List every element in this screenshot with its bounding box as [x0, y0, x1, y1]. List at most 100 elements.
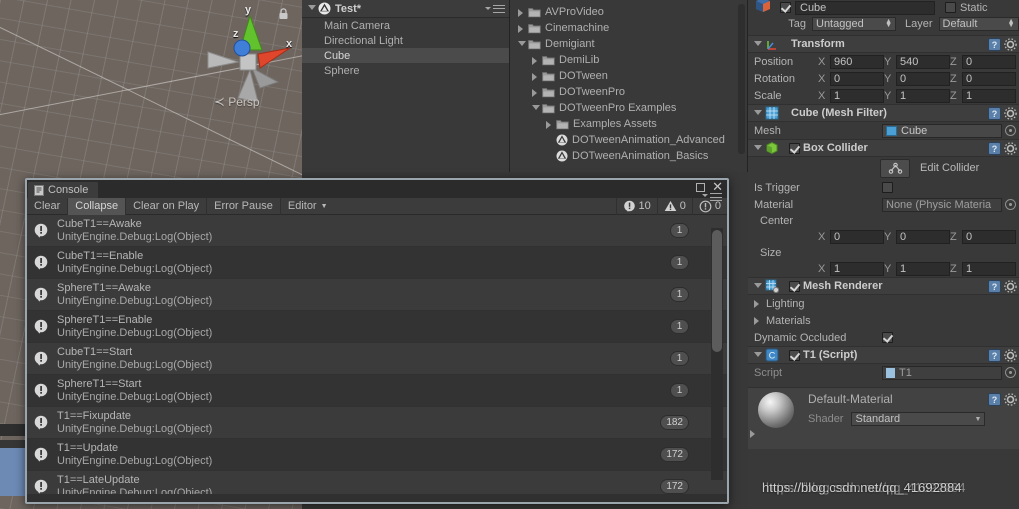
help-icon[interactable]: ? — [988, 392, 1001, 406]
collider-size-z-field[interactable]: 1 — [962, 261, 1016, 276]
materials-foldout[interactable]: Materials — [748, 312, 1019, 329]
object-active-checkbox[interactable] — [780, 2, 791, 13]
shader-dropdown[interactable]: Standard ▼ — [851, 412, 986, 426]
chevron-down-icon[interactable] — [752, 39, 763, 50]
help-icon[interactable]: ? — [988, 279, 1001, 293]
scene-projection-label[interactable]: ≺ Persp — [214, 94, 260, 110]
collapse-button[interactable]: Collapse — [68, 197, 127, 215]
chevron-down-icon[interactable] — [516, 39, 527, 50]
project-item[interactable]: DOTweenAnimation_Basics — [510, 148, 747, 164]
transform-scale-x-field[interactable]: 1 — [830, 88, 884, 103]
error-pause-button[interactable]: Error Pause — [207, 197, 281, 215]
lock-icon[interactable] — [278, 8, 289, 20]
edit-collider-button[interactable] — [880, 158, 910, 178]
project-item[interactable]: DemiLib — [510, 52, 747, 68]
layer-dropdown[interactable]: Default ▲ ▼ — [938, 16, 1019, 31]
console-titlebar[interactable]: Console ✕ — [27, 180, 727, 201]
console-log-list[interactable]: CubeT1==Awake UnityEngine.Debug:Log(Objec… — [27, 215, 727, 494]
transform-position-x-field[interactable]: 960 — [830, 54, 884, 69]
chevron-right-icon[interactable] — [752, 298, 763, 309]
transform-rotation-z-field[interactable]: 0 — [962, 71, 1016, 86]
dynamic-occluded-checkbox[interactable] — [882, 332, 893, 343]
console-scrollbar[interactable] — [711, 216, 723, 492]
physic-material-picker-button[interactable] — [1005, 199, 1016, 210]
component-header-script[interactable]: C T1 (Script) ? — [748, 346, 1019, 364]
hierarchy-panel[interactable]: Test* Main Camera Directional Light Cube Sp… — [302, 0, 510, 172]
close-icon[interactable]: ✕ — [712, 180, 723, 193]
collider-center-y-field[interactable]: 0 — [896, 229, 950, 244]
gizmo-axis-x-label[interactable]: x — [286, 38, 292, 50]
static-checkbox[interactable] — [945, 2, 956, 13]
collider-size-y-field[interactable]: 1 — [896, 261, 950, 276]
component-header-mesh-renderer[interactable]: Mesh Renderer ? — [748, 277, 1019, 295]
hierarchy-options-menu[interactable] — [485, 4, 505, 13]
project-item[interactable]: DOTween — [510, 68, 747, 84]
chevron-right-icon[interactable] — [530, 71, 541, 82]
gear-icon[interactable] — [1004, 141, 1017, 155]
chevron-down-icon[interactable] — [752, 350, 763, 361]
console-log-row[interactable]: CubeT1==Enable UnityEngine.Debug:Log(Obje… — [27, 247, 727, 279]
console-log-row[interactable]: CubeT1==Awake UnityEngine.Debug:Log(Objec… — [27, 215, 727, 247]
help-icon[interactable]: ? — [988, 348, 1001, 362]
chevron-right-icon[interactable] — [530, 55, 541, 66]
physic-material-field[interactable]: None (Physic Materia — [882, 197, 1002, 212]
component-header-box-collider[interactable]: Box Collider ? — [748, 139, 1019, 157]
gear-icon[interactable] — [1004, 348, 1017, 362]
box-collider-enabled-checkbox[interactable] — [789, 142, 800, 154]
transform-rotation-y-field[interactable]: 0 — [896, 71, 950, 86]
clear-button[interactable]: Clear — [27, 197, 69, 215]
gizmo-axis-y-label[interactable]: y — [245, 4, 251, 16]
component-header-transform[interactable]: Transform ? — [748, 35, 1019, 53]
project-item[interactable]: DOTweenPro — [510, 84, 747, 100]
log-count[interactable]: 10 — [615, 197, 657, 215]
script-enabled-checkbox[interactable] — [789, 349, 800, 361]
project-item[interactable]: Demigiant — [510, 36, 747, 52]
chevron-right-icon[interactable] — [516, 7, 527, 18]
project-item[interactable]: AVProVideo — [510, 4, 747, 20]
transform-position-y-field[interactable]: 540 — [896, 54, 950, 69]
console-window-buttons[interactable]: ✕ — [696, 180, 723, 193]
chevron-right-icon[interactable] — [752, 315, 763, 326]
chevron-down-icon[interactable] — [752, 281, 763, 292]
gizmo-axis-z-label[interactable]: z — [233, 28, 239, 40]
gear-icon[interactable] — [1004, 392, 1017, 406]
gear-icon[interactable] — [1004, 279, 1017, 293]
chevron-down-icon[interactable] — [752, 143, 763, 154]
hierarchy-scene-header[interactable]: Test* — [302, 0, 509, 18]
chevron-down-icon[interactable] — [530, 103, 541, 114]
component-header-mesh-filter[interactable]: Cube (Mesh Filter) ? — [748, 104, 1019, 122]
transform-rotation-x-field[interactable]: 0 — [830, 71, 884, 86]
console-log-row[interactable]: T1==Fixupdate UnityEngine.Debug:Log(Objec… — [27, 407, 727, 439]
console-log-row[interactable]: T1==Update UnityEngine.Debug:Log(Object) 1… — [27, 439, 727, 471]
console-log-row[interactable]: SphereT1==Awake UnityEngine.Debug:Log(Obj… — [27, 279, 727, 311]
project-scrollbar[interactable] — [738, 4, 745, 154]
object-name-field[interactable]: Cube — [795, 0, 935, 15]
tab-console[interactable]: Console — [27, 181, 100, 198]
console-options-menu[interactable] — [710, 193, 722, 201]
inspector-panel[interactable]: Cube Static Tag Untagged ▲ ▼ Layer Defaul… — [748, 0, 1019, 509]
hierarchy-item-sphere[interactable]: Sphere — [302, 63, 509, 78]
console-log-row[interactable]: SphereT1==Enable UnityEngine.Debug:Log(Ob… — [27, 311, 727, 343]
material-foldout[interactable] — [748, 428, 759, 439]
help-icon[interactable]: ? — [988, 141, 1001, 155]
console-log-row[interactable]: SphereT1==Start UnityEngine.Debug:Log(Obj… — [27, 375, 727, 407]
mesh-picker-button[interactable] — [1005, 125, 1016, 136]
console-window[interactable]: Console ✕ Clear Collapse Clear on Play E… — [25, 178, 729, 504]
mesh-renderer-enabled-checkbox[interactable] — [789, 280, 800, 292]
collider-center-x-field[interactable]: 0 — [830, 229, 884, 244]
console-log-row[interactable]: CubeT1==Start UnityEngine.Debug:Log(Objec… — [27, 343, 727, 375]
collider-center-z-field[interactable]: 0 — [962, 229, 1016, 244]
tag-dropdown[interactable]: Untagged ▲ ▼ — [812, 16, 896, 31]
transform-scale-y-field[interactable]: 1 — [896, 88, 950, 103]
transform-position-z-field[interactable]: 0 — [962, 54, 1016, 69]
transform-scale-z-field[interactable]: 1 — [962, 88, 1016, 103]
warning-count[interactable]: 0 — [656, 197, 692, 215]
editor-dropdown[interactable]: Editor ▼ — [281, 198, 335, 215]
scrollbar-thumb[interactable] — [712, 230, 722, 352]
chevron-down-icon[interactable] — [752, 108, 763, 119]
gear-icon[interactable] — [1004, 106, 1017, 120]
maximize-icon[interactable] — [696, 182, 706, 192]
chevron-right-icon[interactable] — [516, 23, 527, 34]
is-trigger-checkbox[interactable] — [882, 182, 893, 193]
project-item[interactable]: Examples Assets — [510, 116, 747, 132]
